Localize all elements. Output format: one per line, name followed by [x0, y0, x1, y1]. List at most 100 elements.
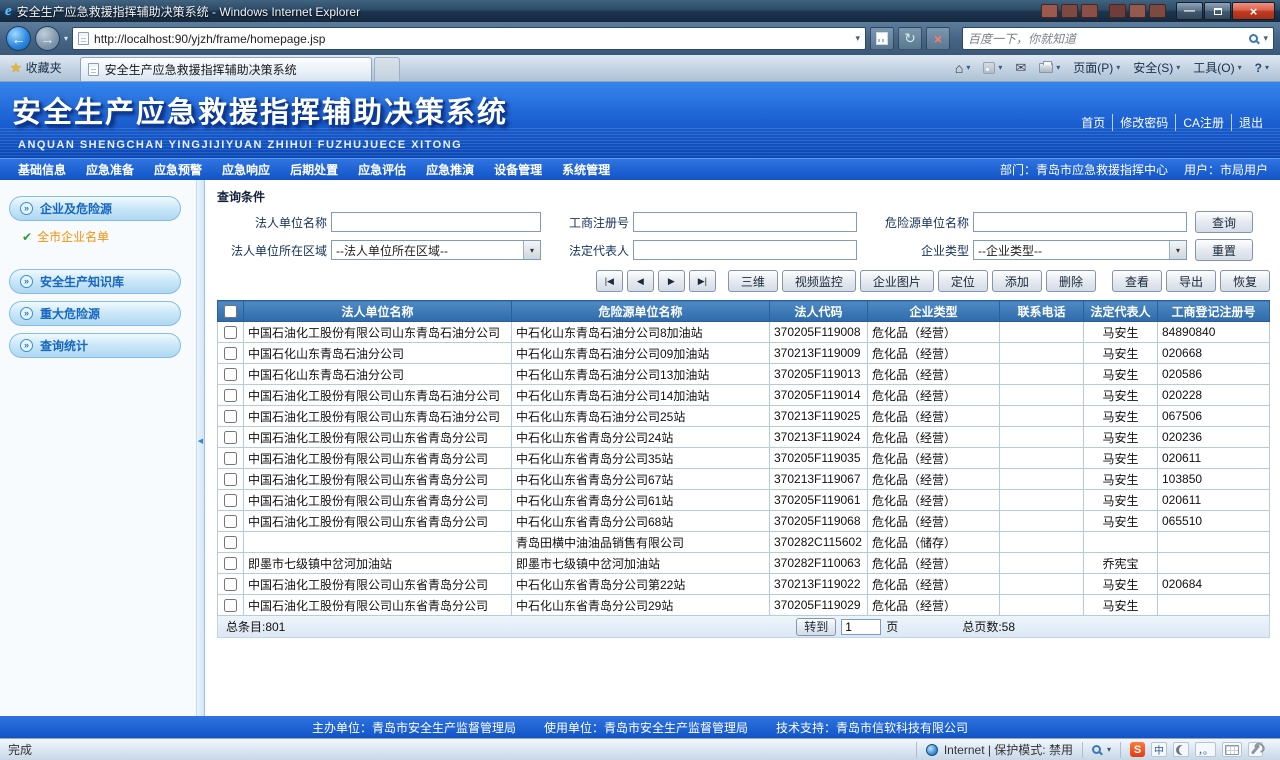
- nav-item[interactable]: 后期处置: [280, 161, 348, 178]
- row-checkbox[interactable]: [224, 557, 237, 571]
- table-row[interactable]: 中国石油化工股份有限公司山东省青岛分公司 中石化山东省青岛分公司第22站 370…: [217, 573, 1270, 595]
- action-button[interactable]: 删除: [1045, 270, 1096, 292]
- table-row[interactable]: 中国石油化工股份有限公司山东青岛石油分公司 中石化山东青岛石油分公司25站 37…: [217, 405, 1270, 427]
- action-button[interactable]: 定位: [937, 270, 988, 292]
- tools-menu[interactable]: 工具(O) ▾: [1188, 57, 1246, 78]
- help-button[interactable]: ? ▾: [1250, 59, 1274, 77]
- row-checkbox[interactable]: [224, 494, 237, 508]
- banner-link[interactable]: 修改密码: [1112, 114, 1175, 131]
- goto-page-button[interactable]: 转到: [796, 617, 837, 636]
- sidebar-group-major-hazard[interactable]: » 重大危险源: [9, 301, 181, 326]
- print-button[interactable]: ▾: [1034, 60, 1065, 75]
- history-dropdown-icon[interactable]: ▾: [64, 34, 68, 43]
- legal-rep-input[interactable]: [633, 240, 857, 260]
- addon-icon[interactable]: [1109, 4, 1126, 18]
- addon-icon[interactable]: [1081, 4, 1098, 18]
- sidebar-group-enterprise-hazard[interactable]: » 企业及危险源: [9, 196, 181, 221]
- row-checkbox[interactable]: [224, 368, 237, 382]
- compatibility-view-button[interactable]: [870, 27, 895, 50]
- enterprise-type-select[interactable]: --企业类型-- ▾: [973, 240, 1187, 260]
- chevron-down-icon[interactable]: ▾: [1169, 241, 1186, 259]
- pager-button[interactable]: ◀: [626, 270, 654, 292]
- table-row[interactable]: 中国石油化工股份有限公司山东省青岛分公司 中石化山东省青岛分公司61站 3702…: [217, 489, 1270, 511]
- page-number-input[interactable]: [841, 618, 882, 635]
- search-icon[interactable]: [1249, 34, 1259, 43]
- action-button[interactable]: 企业图片: [859, 270, 934, 292]
- ime-soft-keyboard[interactable]: [1222, 742, 1242, 757]
- zoom-segment[interactable]: ▾: [1081, 741, 1120, 758]
- row-checkbox[interactable]: [224, 410, 237, 424]
- search-button[interactable]: 查询: [1195, 211, 1253, 233]
- ime-punctuation-toggle[interactable]: ，。: [1195, 742, 1216, 757]
- row-checkbox[interactable]: [224, 452, 237, 466]
- url-input[interactable]: [94, 31, 851, 46]
- search-box[interactable]: ▾: [962, 27, 1274, 50]
- pager-button[interactable]: |◀: [595, 270, 623, 292]
- business-reg-no-input[interactable]: [633, 212, 857, 232]
- sidebar-group-safety-knowledge[interactable]: » 安全生产知识库: [9, 269, 181, 294]
- nav-item[interactable]: 系统管理: [552, 161, 620, 178]
- addon-icon[interactable]: [1041, 4, 1058, 18]
- search-dropdown-icon[interactable]: ▾: [1263, 33, 1268, 44]
- home-button[interactable]: ⌂ ▾: [950, 58, 975, 78]
- banner-link[interactable]: CA注册: [1175, 114, 1231, 131]
- nav-item[interactable]: 应急推演: [416, 161, 484, 178]
- read-mail-button[interactable]: ✉: [1010, 58, 1031, 78]
- chevron-down-icon[interactable]: ▾: [523, 241, 540, 259]
- action-button[interactable]: 视频监控: [781, 270, 856, 292]
- table-row[interactable]: 中国石油化工股份有限公司山东省青岛分公司 中石化山东省青岛分公司68站 3702…: [217, 510, 1270, 532]
- reset-button[interactable]: 重置: [1195, 239, 1253, 261]
- ime-fullwidth-toggle[interactable]: [1173, 742, 1189, 757]
- row-checkbox[interactable]: [224, 536, 237, 550]
- row-checkbox[interactable]: [224, 326, 237, 340]
- table-row[interactable]: 中国石油化工股份有限公司山东省青岛分公司 中石化山东省青岛分公司24站 3702…: [217, 426, 1270, 448]
- page-menu[interactable]: 页面(P) ▾: [1068, 57, 1125, 78]
- table-row[interactable]: 中国石化山东青岛石油分公司 中石化山东青岛石油分公司09加油站 370213F1…: [217, 342, 1270, 364]
- sidebar-collapse-handle[interactable]: ◀: [197, 421, 204, 461]
- addon-icon[interactable]: [1061, 4, 1078, 18]
- table-row[interactable]: 中国石油化工股份有限公司山东青岛石油分公司 中石化山东青岛石油分公司14加油站 …: [217, 384, 1270, 406]
- nav-item[interactable]: 应急准备: [76, 161, 144, 178]
- feeds-button[interactable]: ▾: [978, 60, 1007, 76]
- table-row[interactable]: 青岛田横中油油品销售有限公司 370282C115602 危化品（储存）: [217, 531, 1270, 553]
- search-input[interactable]: [968, 31, 1245, 46]
- ime-language-toggle[interactable]: 中: [1151, 742, 1167, 757]
- banner-link[interactable]: 首页: [1074, 114, 1112, 131]
- action-button[interactable]: 导出: [1165, 270, 1216, 292]
- row-checkbox[interactable]: [224, 473, 237, 487]
- pager-button[interactable]: ▶|: [688, 270, 716, 292]
- address-field[interactable]: ▾: [72, 27, 867, 50]
- row-checkbox[interactable]: [224, 599, 237, 613]
- sidebar-group-query-stats[interactable]: » 查询统计: [9, 333, 181, 358]
- back-button[interactable]: ←: [6, 26, 31, 51]
- close-button[interactable]: ×: [1232, 2, 1275, 20]
- action-button[interactable]: 添加: [991, 270, 1042, 292]
- pager-button[interactable]: ▶: [657, 270, 685, 292]
- action-button[interactable]: 查看: [1111, 270, 1162, 292]
- safety-menu[interactable]: 安全(S) ▾: [1128, 57, 1185, 78]
- refresh-button[interactable]: ↻: [898, 27, 923, 50]
- sidebar-item-citywide-enterprise-list[interactable]: ✔ 全市企业名单: [22, 228, 196, 245]
- favorites-button[interactable]: ★ 收藏夹: [6, 57, 70, 78]
- nav-item[interactable]: 应急响应: [212, 161, 280, 178]
- ime-settings[interactable]: [1248, 742, 1263, 757]
- table-row[interactable]: 即墨市七级镇中岔河加油站 即墨市七级镇中岔河加油站 370282F110063 …: [217, 552, 1270, 574]
- address-dropdown-icon[interactable]: ▾: [855, 33, 860, 44]
- forward-button[interactable]: →: [35, 26, 60, 51]
- table-row[interactable]: 中国石油化工股份有限公司山东省青岛分公司 中石化山东省青岛分公司29站 3702…: [217, 594, 1270, 616]
- nav-item[interactable]: 设备管理: [484, 161, 552, 178]
- row-checkbox[interactable]: [224, 431, 237, 445]
- row-checkbox[interactable]: [224, 389, 237, 403]
- nav-item[interactable]: 基础信息: [8, 161, 76, 178]
- maximize-button[interactable]: [1204, 2, 1231, 20]
- legal-name-input[interactable]: [331, 212, 541, 232]
- action-button[interactable]: 恢复: [1219, 270, 1270, 292]
- browser-tab-active[interactable]: 安全生产应急救援指挥辅助决策系统: [79, 57, 372, 81]
- addon-icon[interactable]: [1149, 4, 1166, 18]
- nav-item[interactable]: 应急评估: [348, 161, 416, 178]
- row-checkbox[interactable]: [224, 515, 237, 529]
- action-button[interactable]: 三维: [727, 270, 778, 292]
- nav-item[interactable]: 应急预警: [144, 161, 212, 178]
- table-row[interactable]: 中国石油化工股份有限公司山东青岛石油分公司 中石化山东青岛石油分公司8加油站 3…: [217, 321, 1270, 343]
- minimize-button[interactable]: —: [1176, 2, 1203, 20]
